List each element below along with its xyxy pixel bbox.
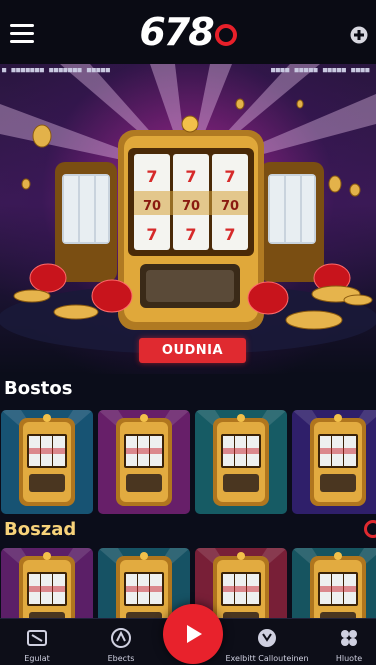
section-title-bostos: Bostos [4,378,73,399]
game-tile[interactable] [292,410,376,514]
game-tile[interactable] [1,548,93,618]
logo[interactable]: 678 [139,10,237,54]
svg-text:7: 7 [146,225,157,244]
slot-machine-illustration: 7 7 7 70 70 70 7 7 7 [0,64,376,354]
hero-ticker-left: ■ ■■■■■■■ ■■■■■■■ ■■■■■ [2,66,111,74]
nav-label: Exelbitt Callouteinen [225,654,309,663]
play-icon [187,625,202,643]
svg-text:7: 7 [185,167,196,186]
hero-ticker-right: ■■■■ ■■■■■ ■■■■■ ■■■■ [270,66,370,74]
nav-item-callouteinen[interactable]: Exelbitt Callouteinen [225,619,309,665]
game-tile[interactable] [98,410,190,514]
game-tile-art [1,410,93,514]
sports-icon [111,628,131,648]
nav-item-ebects[interactable]: Ebects [86,619,156,665]
nav-label: Hluote [335,654,363,663]
section-title-boszad: Boszad [4,519,77,540]
game-row-bostos [0,410,376,514]
nav-item-hluote[interactable]: Hluote [314,619,376,665]
header: 678 [0,0,376,64]
game-tile[interactable] [1,410,93,514]
nav-label: Egulat [24,654,50,663]
play-button[interactable] [163,604,223,664]
game-tile-art [292,548,376,618]
svg-text:70: 70 [143,199,161,214]
logo-o-mark [214,24,237,46]
hero-banner[interactable]: 7 7 7 70 70 70 7 7 7 ■ ■■■■■■■ ■■■■■■■ ■… [0,64,376,374]
nav-item-egulat[interactable]: Egulat [2,619,72,665]
game-tile-art [98,410,190,514]
game-tile-art [195,410,287,514]
logo-text: 678 [139,10,214,54]
game-tile-art [292,410,376,514]
game-tile[interactable] [292,548,376,618]
game-tile[interactable] [195,410,287,514]
slots-icon [27,630,47,646]
nav-label: Ebects [107,654,135,663]
svg-text:7: 7 [224,167,235,186]
game-tile-art [1,548,93,618]
plus-icon[interactable] [350,26,368,44]
promotions-icon [258,629,276,647]
svg-text:7: 7 [185,225,196,244]
game-tile-art [98,548,190,618]
svg-text:7: 7 [224,225,235,244]
scroll-indicator-icon [364,520,376,538]
hero-cta-button[interactable]: OUDNIA [139,338,246,363]
svg-text:70: 70 [221,199,239,214]
svg-text:70: 70 [182,199,200,214]
svg-text:7: 7 [146,167,157,186]
hamburger-menu-icon[interactable] [10,24,34,44]
more-icon [341,630,357,646]
game-tile[interactable] [98,548,190,618]
